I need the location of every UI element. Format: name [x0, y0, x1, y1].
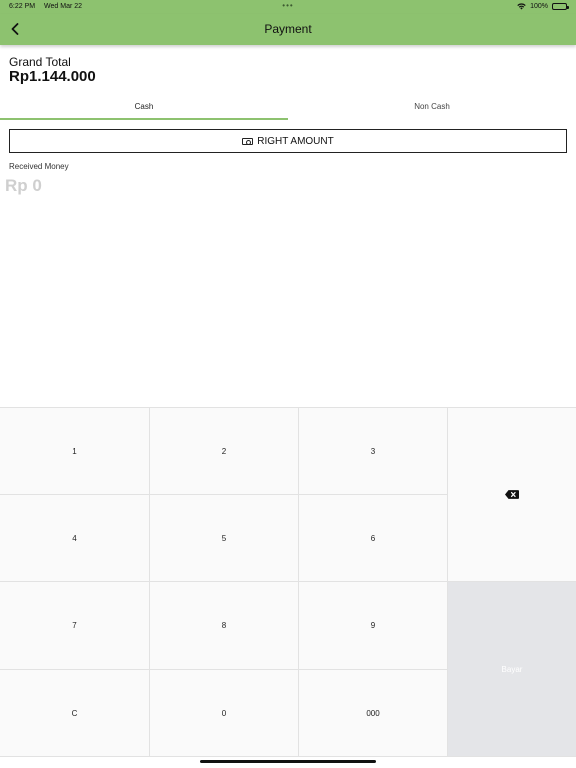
received-money-input[interactable]: Rp 0	[5, 176, 305, 198]
received-money-label: Received Money	[9, 162, 69, 171]
right-amount-button[interactable]: RIGHT AMOUNT	[9, 129, 567, 153]
status-date: Wed Mar 22	[44, 3, 83, 10]
key-0[interactable]: 0	[150, 670, 299, 757]
key-5[interactable]: 5	[150, 495, 299, 582]
key-4[interactable]: 4	[0, 495, 150, 582]
wifi-icon	[517, 3, 526, 10]
key-2[interactable]: 2	[150, 408, 299, 495]
key-7[interactable]: 7	[0, 582, 150, 670]
right-amount-label: RIGHT AMOUNT	[257, 135, 334, 147]
key-8[interactable]: 8	[150, 582, 299, 670]
backspace-icon	[505, 490, 519, 499]
key-000[interactable]: 000	[299, 670, 448, 757]
backspace-button[interactable]	[448, 408, 576, 582]
cash-icon	[242, 137, 254, 145]
tab-cash[interactable]: Cash	[0, 96, 288, 120]
status-time: 6:22 PM	[9, 3, 36, 10]
key-3[interactable]: 3	[299, 408, 448, 495]
key-1[interactable]: 1	[0, 408, 150, 495]
grand-total-value: Rp1.144.000	[9, 68, 96, 85]
tab-non-cash[interactable]: Non Cash	[288, 96, 576, 120]
multitask-dots[interactable]: •••	[282, 1, 293, 10]
status-bar: 6:22 PM Wed Mar 22 ••• 100%	[0, 0, 576, 14]
numeric-keypad: 1 2 3 4 5 6 7 8 9 C 0 000 Bayar	[0, 407, 576, 757]
app-bar: Payment	[0, 14, 576, 45]
pay-button[interactable]: Bayar	[448, 582, 576, 757]
payment-tabs: Cash Non Cash	[0, 96, 576, 120]
status-left: 6:22 PM Wed Mar 22	[9, 3, 89, 10]
key-6[interactable]: 6	[299, 495, 448, 582]
home-indicator[interactable]	[200, 760, 376, 763]
battery-percent: 100%	[530, 3, 548, 10]
battery-icon	[552, 3, 569, 10]
page-title: Payment	[264, 22, 312, 36]
key-clear[interactable]: C	[0, 670, 150, 757]
grand-total-label: Grand Total	[9, 55, 71, 69]
key-9[interactable]: 9	[299, 582, 448, 670]
status-right: 100%	[517, 3, 569, 10]
